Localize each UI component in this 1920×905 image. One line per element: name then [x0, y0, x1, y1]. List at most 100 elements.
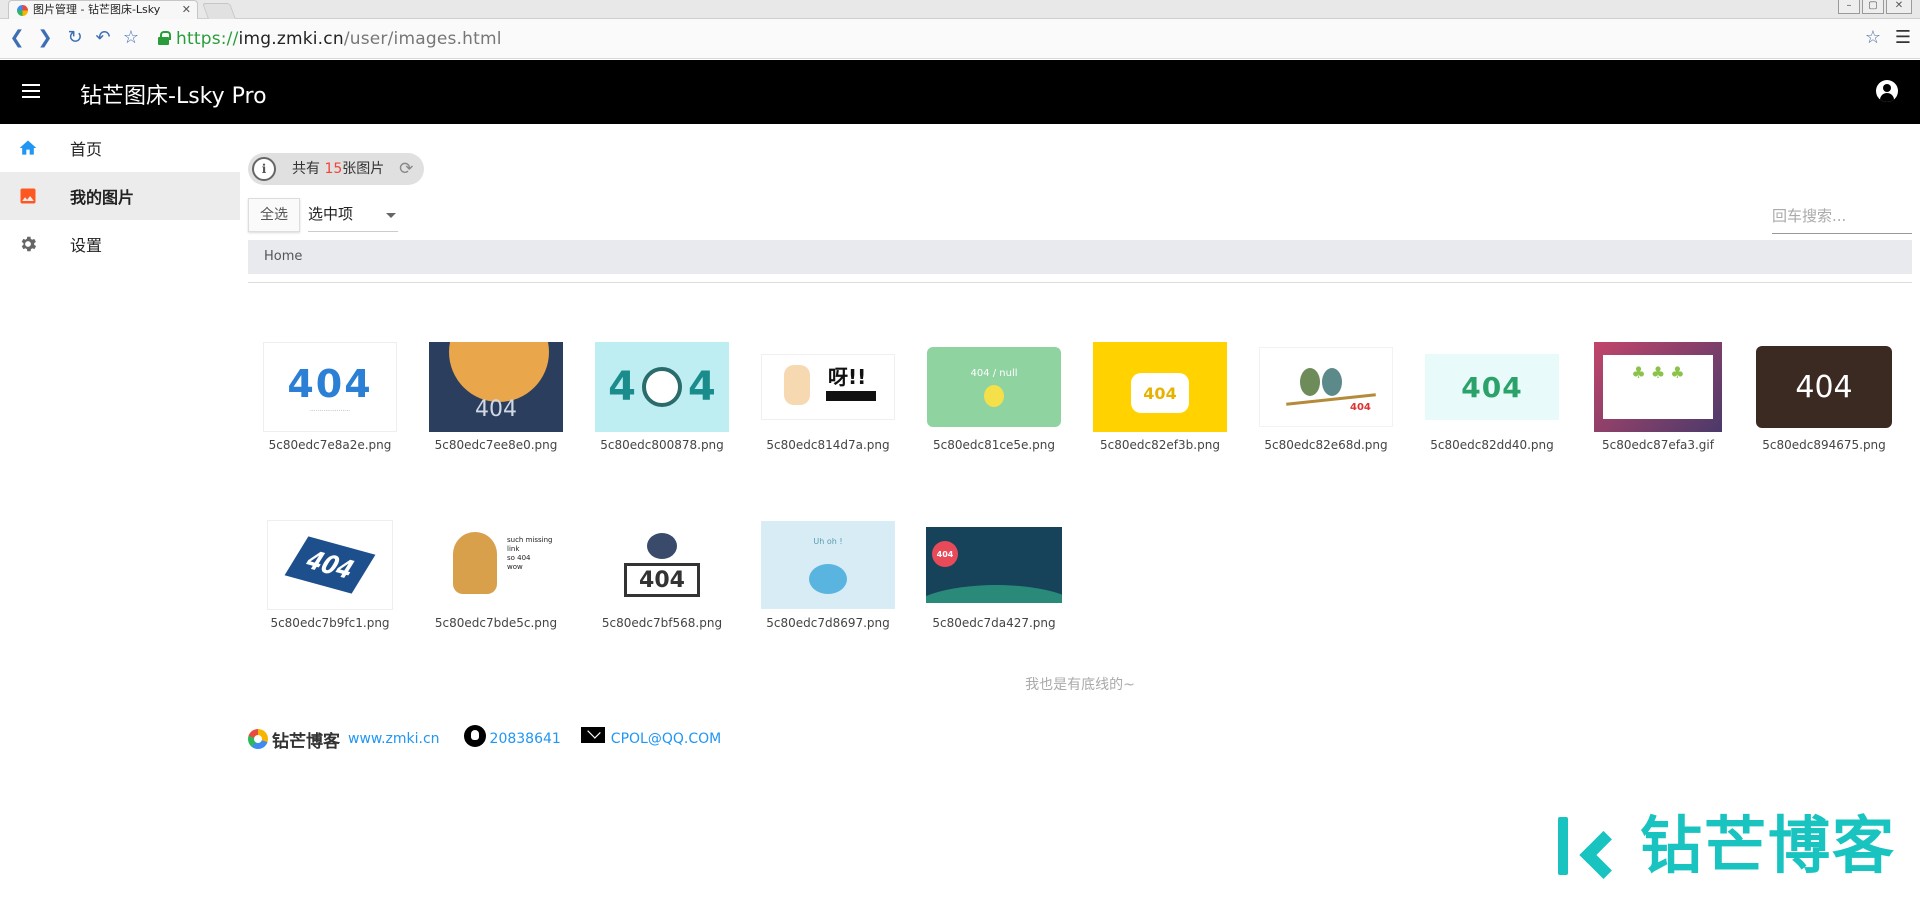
undo-icon[interactable]: ↶	[92, 28, 114, 48]
end-of-list-note: 我也是有底线的~	[1025, 677, 1135, 693]
account-icon[interactable]	[1876, 80, 1898, 102]
image-thumbnail: 44	[582, 338, 742, 436]
email-link[interactable]: CPOL@QQ.COM	[611, 731, 721, 747]
app-header: 钻芒图床-Lsky Pro	[0, 60, 1920, 124]
qq-icon	[463, 725, 486, 747]
image-thumbnail: 呀!!	[748, 338, 908, 436]
dropdown-value: 选中项	[308, 205, 354, 223]
image-tile[interactable]: ♣ ♣ ♣ 5c80edc87efa3.gif	[1578, 338, 1738, 458]
sidebar-item-label: 我的图片	[70, 188, 135, 207]
restore-button[interactable]: ▢	[1862, 0, 1884, 14]
breadcrumb: Home	[248, 240, 1912, 274]
image-tile[interactable]: Uh oh ! 5c80edc7d8697.png	[748, 516, 908, 636]
image-thumbnail: Uh oh !	[748, 516, 908, 614]
image-thumbnail: 404	[1246, 338, 1406, 436]
image-tile[interactable]: 404 5c80edc82e68d.png	[1246, 338, 1406, 458]
image-tile[interactable]: 404 5c80edc82dd40.png	[1412, 338, 1572, 458]
tab-title: 图片管理 - 钻芒图床-Lsky	[33, 3, 161, 16]
image-filename: 5c80edc7bf568.png	[601, 616, 723, 630]
tab-close-icon[interactable]: ✕	[182, 1, 191, 19]
image-filename: 5c80edc81ce5e.png	[932, 438, 1056, 452]
mail-icon	[580, 727, 605, 743]
image-tile[interactable]: 404 5c80edc7bf568.png	[582, 516, 742, 636]
image-thumbnail: 404	[1080, 338, 1240, 436]
bookmark-star-icon[interactable]: ☆	[120, 28, 142, 48]
image-thumbnail: 404 / null	[914, 338, 1074, 436]
home-icon	[19, 140, 37, 155]
reload-icon[interactable]: ↻	[64, 28, 86, 48]
watermark-logo: 钻芒博客	[1557, 809, 1896, 882]
refresh-icon[interactable]: ⟳	[396, 159, 416, 179]
image-tile[interactable]: 404 5c80edc7da427.png	[914, 516, 1074, 636]
image-thumbnail: 404	[416, 338, 576, 436]
menu-icon[interactable]	[22, 84, 40, 98]
new-tab-button[interactable]	[202, 3, 236, 19]
image-icon	[20, 188, 36, 204]
divider	[248, 282, 1912, 283]
count-suffix: 张图片	[342, 161, 385, 177]
image-thumbnail: 404	[250, 516, 410, 614]
image-filename: 5c80edc82e68d.png	[1264, 438, 1388, 452]
sidebar-item-label: 首页	[70, 140, 103, 159]
back-icon[interactable]: ❮	[6, 28, 28, 48]
image-tile[interactable]: 404 5c80edc894675.png	[1744, 338, 1904, 458]
image-filename: 5c80edc82dd40.png	[1430, 438, 1554, 452]
caret-down-icon	[386, 213, 396, 218]
sidebar-item-home[interactable]: 首页	[0, 124, 240, 172]
image-thumbnail: ♣ ♣ ♣	[1578, 338, 1738, 436]
count-value: 15	[324, 161, 343, 177]
image-tile[interactable]: 404 5c80edc82ef3b.png	[1080, 338, 1240, 458]
image-tile[interactable]: such missing link so 404 wow 5c80edc7bde5c…	[416, 516, 576, 636]
image-filename: 5c80edc7d8697.png	[766, 616, 890, 630]
image-thumbnail: 404	[1412, 338, 1572, 436]
url-field[interactable]: https://img.zmki.cn/user/images.html	[176, 29, 502, 49]
page-star-icon[interactable]: ☆	[1862, 28, 1884, 48]
image-tile[interactable]: 44 5c80edc800878.png	[582, 338, 742, 458]
image-filename: 5c80edc7b9fc1.png	[270, 616, 390, 630]
info-icon: i	[252, 157, 276, 181]
image-thumbnail: 404.....................	[250, 338, 410, 436]
image-thumbnail: 404	[1744, 338, 1904, 436]
image-tile[interactable]: 404..................... 5c80edc7e8a2e.p…	[250, 338, 410, 458]
image-thumbnail: 404	[582, 516, 742, 614]
breadcrumb-home[interactable]: Home	[264, 249, 302, 264]
image-filename: 5c80edc87efa3.gif	[1602, 438, 1714, 452]
address-bar: ❮ ❯ ↻ ↶ ☆ https://img.zmki.cn/user/image…	[0, 19, 1920, 59]
sidebar: 首页 我的图片 设置	[0, 124, 240, 268]
image-thumbnail: such missing link so 404 wow	[416, 516, 576, 614]
image-tile[interactable]: 404 5c80edc7ee8e0.png	[416, 338, 576, 458]
window-close-button[interactable]: ✕	[1886, 0, 1912, 14]
watermark-k-icon	[1557, 817, 1628, 880]
blog-name: 钻芒博客	[272, 731, 340, 752]
favicon-icon	[17, 5, 28, 16]
image-thumbnail: 404	[914, 516, 1074, 614]
app-title: 钻芒图床-Lsky Pro	[80, 84, 267, 109]
image-filename: 5c80edc82ef3b.png	[1100, 438, 1220, 452]
image-filename: 5c80edc7ee8e0.png	[434, 438, 558, 452]
select-all-button[interactable]: 全选	[248, 198, 300, 232]
browser-tab-bar: 图片管理 - 钻芒图床-Lsky ✕ – ▢ ✕	[0, 0, 1920, 19]
image-filename: 5c80edc7bde5c.png	[434, 616, 558, 630]
image-count-chip: i 共有 15张图片 ⟳	[248, 153, 425, 185]
sidebar-item-settings[interactable]: 设置	[0, 220, 240, 268]
image-filename: 5c80edc814d7a.png	[766, 438, 890, 452]
selected-action-dropdown[interactable]: 选中项	[308, 198, 398, 232]
website-link[interactable]: www.zmki.cn	[348, 731, 440, 747]
image-filename: 5c80edc7e8a2e.png	[268, 438, 392, 452]
watermark-text: 钻芒博客	[1639, 809, 1896, 882]
sidebar-item-my-images[interactable]: 我的图片	[0, 172, 240, 220]
lock-icon	[158, 31, 171, 45]
qq-link[interactable]: 20838641	[490, 731, 561, 747]
browser-menu-icon[interactable]: ☰	[1892, 28, 1914, 48]
search-input[interactable]	[1772, 198, 1912, 234]
footer: 钻芒博客 www.zmki.cn 20838641 CPOL@QQ.COM	[248, 724, 721, 754]
image-filename: 5c80edc7da427.png	[932, 616, 1056, 630]
forward-icon[interactable]: ❯	[34, 28, 56, 48]
blog-logo: 钻芒博客	[248, 727, 340, 752]
image-tile[interactable]: 呀!! 5c80edc814d7a.png	[748, 338, 908, 458]
browser-tab[interactable]: 图片管理 - 钻芒图床-Lsky ✕	[8, 0, 198, 19]
image-filename: 5c80edc894675.png	[1762, 438, 1886, 452]
image-tile[interactable]: 404 5c80edc7b9fc1.png	[250, 516, 410, 636]
image-tile[interactable]: 404 / null 5c80edc81ce5e.png	[914, 338, 1074, 458]
minimize-button[interactable]: –	[1838, 0, 1860, 14]
